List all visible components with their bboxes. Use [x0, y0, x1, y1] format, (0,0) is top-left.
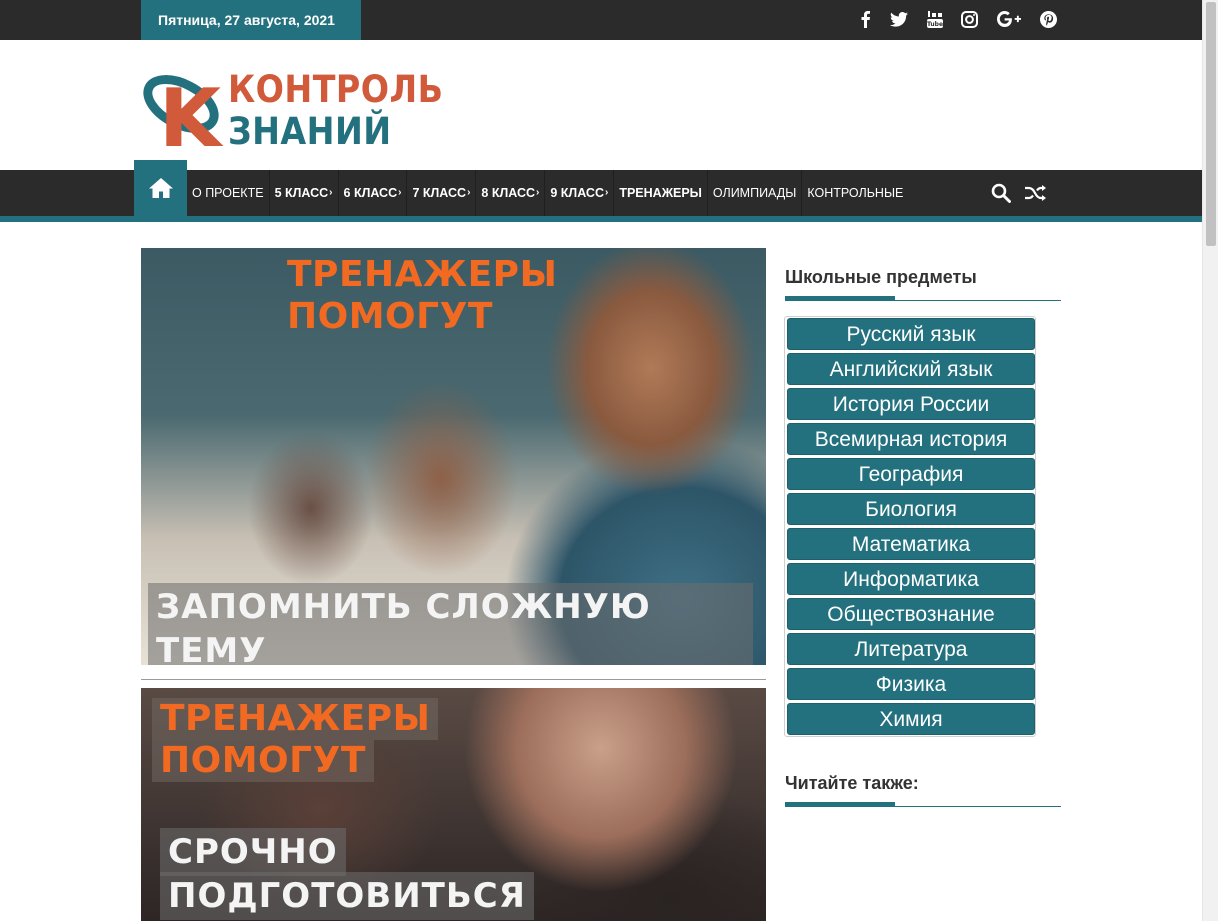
- banner2-title-line2: ПОМОГУТ: [152, 740, 374, 782]
- current-date: Пятница, 27 августа, 2021: [141, 0, 361, 40]
- random-shuffle-icon[interactable]: [1024, 182, 1046, 204]
- subject-chemistry[interactable]: Химия: [787, 703, 1035, 735]
- banner1-title-line2: ПОМОГУТ: [287, 296, 493, 337]
- nav-menu: О ПРОЕКТЕ 5 КЛАСС 6 КЛАСС 7 КЛАСС 8 КЛАС…: [187, 170, 908, 216]
- read-also-widget-title: Читайте также:: [785, 773, 919, 793]
- banner2-caption-line1: СРОЧНО: [160, 828, 346, 876]
- svg-text:K: K: [159, 72, 224, 150]
- subject-literature[interactable]: Литература: [787, 633, 1035, 665]
- subject-physics[interactable]: Физика: [787, 668, 1035, 700]
- subject-russian[interactable]: Русский язык: [787, 318, 1035, 350]
- home-button[interactable]: [134, 160, 187, 216]
- google-plus-icon[interactable]: [996, 8, 1022, 30]
- logo-text-line1: КОНТРОЛЬ: [228, 68, 444, 111]
- subjects-title-accent: [785, 296, 895, 301]
- nav-item-grade-9[interactable]: 9 КЛАСС: [545, 170, 615, 216]
- nav-item-about[interactable]: О ПРОЕКТЕ: [187, 170, 270, 216]
- pinterest-icon[interactable]: [1037, 8, 1059, 30]
- nav-item-grade-6[interactable]: 6 КЛАСС: [339, 170, 408, 216]
- scrollbar-thumb[interactable]: [1206, 2, 1216, 246]
- content-divider: [141, 679, 766, 680]
- logo-mark-icon: K: [143, 72, 224, 150]
- featured-banner-1[interactable]: ТРЕНАЖЕРЫ ПОМОГУТ ЗАПОМНИТЬ СЛОЖНУЮ ТЕМУ: [141, 248, 766, 665]
- instagram-icon[interactable]: [958, 8, 980, 30]
- subjects-widget-title: Школьные предметы: [785, 267, 977, 287]
- subject-world-history[interactable]: Всемирная история: [787, 423, 1035, 455]
- featured-banner-2[interactable]: ТРЕНАЖЕРЫ ПОМОГУТ СРОЧНО ПОДГОТОВИТЬСЯ: [141, 688, 766, 921]
- top-bar: Пятница, 27 августа, 2021 Tube: [0, 0, 1202, 40]
- home-icon: [148, 178, 173, 198]
- subject-math[interactable]: Математика: [787, 528, 1035, 560]
- banner2-title-line1: ТРЕНАЖЕРЫ: [152, 698, 439, 740]
- subject-biology[interactable]: Биология: [787, 493, 1035, 525]
- nav-item-trainers[interactable]: ТРЕНАЖЕРЫ: [614, 170, 708, 216]
- twitter-icon[interactable]: [888, 8, 910, 30]
- logo-text-line2: ЗНАНИЙ: [228, 110, 392, 153]
- banner1-caption: ЗАПОМНИТЬ СЛОЖНУЮ ТЕМУ: [148, 583, 753, 665]
- subject-russian-history[interactable]: История России: [787, 388, 1035, 420]
- subjects-list: Русский язык Английский язык История Рос…: [784, 316, 1036, 737]
- subject-english[interactable]: Английский язык: [787, 353, 1035, 385]
- banner1-title-line1: ТРЕНАЖЕРЫ: [287, 254, 558, 295]
- nav-item-grade-7[interactable]: 7 КЛАСС: [407, 170, 477, 216]
- subject-geography[interactable]: География: [787, 458, 1035, 490]
- nav-item-grade-8[interactable]: 8 КЛАСС: [476, 170, 546, 216]
- nav-item-grade-5[interactable]: 5 КЛАСС: [270, 170, 339, 216]
- youtube-icon[interactable]: Tube: [924, 8, 946, 30]
- read-also-title-accent: [785, 802, 895, 807]
- subject-social-studies[interactable]: Обществознание: [787, 598, 1035, 630]
- facebook-icon[interactable]: [854, 8, 876, 30]
- subject-informatics[interactable]: Информатика: [787, 563, 1035, 595]
- site-logo[interactable]: K КОНТРОЛЬ ЗНАНИЙ: [141, 66, 443, 156]
- navbar-accent-line: [0, 216, 1202, 222]
- nav-item-tests[interactable]: КОНТРОЛЬНЫЕ: [802, 170, 908, 216]
- svg-text:Tube: Tube: [927, 21, 943, 28]
- nav-item-olympiads[interactable]: ОЛИМПИАДЫ: [708, 170, 803, 216]
- banner2-caption-line2: ПОДГОТОВИТЬСЯ: [160, 872, 534, 920]
- page-scrollbar[interactable]: [1202, 0, 1218, 921]
- search-icon[interactable]: [990, 182, 1012, 204]
